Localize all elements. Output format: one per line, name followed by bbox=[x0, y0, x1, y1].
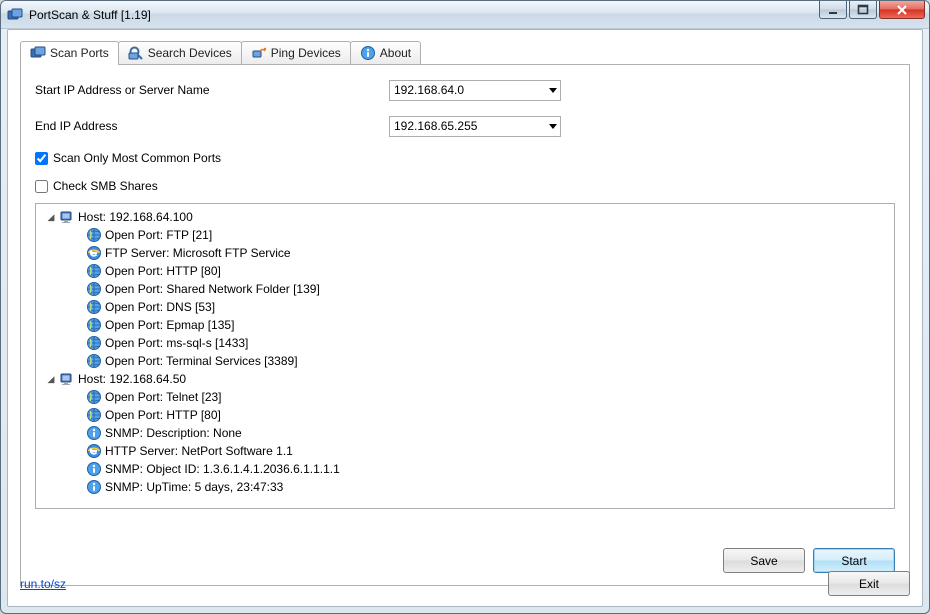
ie-icon bbox=[86, 443, 102, 459]
tab-ping-devices[interactable]: Ping Devices bbox=[241, 41, 351, 64]
tree-expander-icon[interactable]: ◢ bbox=[46, 370, 56, 388]
globe-icon bbox=[86, 353, 102, 369]
app-icon bbox=[7, 7, 23, 23]
tab-about[interactable]: About bbox=[350, 41, 421, 64]
tree-item-row[interactable]: Open Port: Shared Network Folder [139] bbox=[42, 280, 888, 298]
tree-item-label: Open Port: Terminal Services [3389] bbox=[105, 352, 298, 370]
client-area: Scan Ports Search Devices Ping Devices A… bbox=[7, 29, 923, 607]
tree-item-row[interactable]: SNMP: UpTime: 5 days, 23:47:33 bbox=[42, 478, 888, 496]
globe-icon bbox=[86, 299, 102, 315]
tree-item-row[interactable]: HTTP Server: NetPort Software 1.1 bbox=[42, 442, 888, 460]
tree-item-row[interactable]: Open Port: Telnet [23] bbox=[42, 388, 888, 406]
tree-item-label: SNMP: Description: None bbox=[105, 424, 242, 442]
info-icon bbox=[86, 479, 102, 495]
start-button[interactable]: Start bbox=[813, 548, 895, 573]
tabs-bar: Scan Ports Search Devices Ping Devices A… bbox=[20, 40, 910, 64]
tree-item-label: Open Port: HTTP [80] bbox=[105, 406, 221, 424]
globe-icon bbox=[86, 335, 102, 351]
globe-icon bbox=[86, 389, 102, 405]
tree-item-row[interactable]: Open Port: ms-sql-s [1433] bbox=[42, 334, 888, 352]
tree-item-row[interactable]: Open Port: Terminal Services [3389] bbox=[42, 352, 888, 370]
check-smb-shares-label: Check SMB Shares bbox=[53, 179, 158, 193]
tree-item-row[interactable]: Open Port: HTTP [80] bbox=[42, 406, 888, 424]
tab-label: Ping Devices bbox=[271, 46, 341, 60]
tree-item-row[interactable]: Open Port: Epmap [135] bbox=[42, 316, 888, 334]
tree-item-row[interactable]: Open Port: DNS [53] bbox=[42, 298, 888, 316]
results-tree[interactable]: ◢ Host: 192.168.64.100Open Port: FTP [21]… bbox=[35, 203, 895, 509]
ping-devices-icon bbox=[251, 45, 267, 61]
scan-ports-icon bbox=[30, 45, 46, 61]
globe-icon bbox=[86, 407, 102, 423]
start-ip-label: Start IP Address or Server Name bbox=[35, 83, 389, 97]
minimize-button[interactable] bbox=[819, 1, 847, 19]
tree-item-label: Open Port: Telnet [23] bbox=[105, 388, 222, 406]
tab-search-devices[interactable]: Search Devices bbox=[118, 41, 242, 64]
tree-host-row[interactable]: ◢ Host: 192.168.64.50 bbox=[42, 370, 888, 388]
chevron-down-icon[interactable] bbox=[545, 120, 560, 132]
tree-item-row[interactable]: SNMP: Object ID: 1.3.6.1.4.1.2036.6.1.1.… bbox=[42, 460, 888, 478]
window-title: PortScan & Stuff [1.19] bbox=[29, 8, 819, 22]
tree-item-label: Open Port: DNS [53] bbox=[105, 298, 215, 316]
scan-common-ports-checkbox[interactable] bbox=[35, 152, 48, 165]
save-button[interactable]: Save bbox=[723, 548, 805, 573]
start-ip-value: 192.168.64.0 bbox=[390, 83, 545, 97]
scan-ports-panel: Start IP Address or Server Name 192.168.… bbox=[20, 64, 910, 586]
app-window: PortScan & Stuff [1.19] Scan Ports Searc… bbox=[0, 0, 930, 614]
tree-item-label: SNMP: Object ID: 1.3.6.1.4.1.2036.6.1.1.… bbox=[105, 460, 340, 478]
tree-item-row[interactable]: SNMP: Description: None bbox=[42, 424, 888, 442]
tab-label: Search Devices bbox=[148, 46, 232, 60]
search-devices-icon bbox=[128, 45, 144, 61]
globe-icon bbox=[86, 281, 102, 297]
close-button[interactable] bbox=[879, 1, 925, 19]
footer-link[interactable]: run.to/sz bbox=[20, 577, 66, 591]
tree-expander-icon[interactable]: ◢ bbox=[46, 208, 56, 226]
host-icon bbox=[59, 209, 75, 225]
tab-scan-ports[interactable]: Scan Ports bbox=[20, 41, 119, 65]
about-icon bbox=[360, 45, 376, 61]
titlebar[interactable]: PortScan & Stuff [1.19] bbox=[1, 1, 929, 29]
end-ip-value: 192.168.65.255 bbox=[390, 119, 545, 133]
start-ip-combobox[interactable]: 192.168.64.0 bbox=[389, 80, 561, 101]
tree-item-label: Open Port: ms-sql-s [1433] bbox=[105, 334, 248, 352]
footer: run.to/sz Exit bbox=[20, 571, 910, 596]
ie-icon bbox=[86, 245, 102, 261]
tree-item-label: Open Port: Shared Network Folder [139] bbox=[105, 280, 320, 298]
end-ip-combobox[interactable]: 192.168.65.255 bbox=[389, 116, 561, 137]
tab-label: About bbox=[380, 46, 411, 60]
maximize-button[interactable] bbox=[849, 1, 877, 19]
tree-item-row[interactable]: Open Port: HTTP [80] bbox=[42, 262, 888, 280]
tree-item-label: Open Port: Epmap [135] bbox=[105, 316, 234, 334]
end-ip-label: End IP Address bbox=[35, 119, 389, 133]
exit-button[interactable]: Exit bbox=[828, 571, 910, 596]
tree-item-label: HTTP Server: NetPort Software 1.1 bbox=[105, 442, 293, 460]
info-icon bbox=[86, 425, 102, 441]
tree-host-label: Host: 192.168.64.100 bbox=[78, 208, 193, 226]
globe-icon bbox=[86, 227, 102, 243]
tree-item-label: SNMP: UpTime: 5 days, 23:47:33 bbox=[105, 478, 283, 496]
tree-host-label: Host: 192.168.64.50 bbox=[78, 370, 186, 388]
tree-host-row[interactable]: ◢ Host: 192.168.64.100 bbox=[42, 208, 888, 226]
chevron-down-icon[interactable] bbox=[545, 84, 560, 96]
tree-item-row[interactable]: FTP Server: Microsoft FTP Service bbox=[42, 244, 888, 262]
globe-icon bbox=[86, 317, 102, 333]
tree-item-label: Open Port: FTP [21] bbox=[105, 226, 212, 244]
tree-item-row[interactable]: Open Port: FTP [21] bbox=[42, 226, 888, 244]
window-controls bbox=[819, 1, 929, 28]
tree-item-label: Open Port: HTTP [80] bbox=[105, 262, 221, 280]
check-smb-shares-checkbox[interactable] bbox=[35, 180, 48, 193]
info-icon bbox=[86, 461, 102, 477]
tab-label: Scan Ports bbox=[50, 46, 109, 60]
globe-icon bbox=[86, 263, 102, 279]
tree-item-label: FTP Server: Microsoft FTP Service bbox=[105, 244, 291, 262]
host-icon bbox=[59, 371, 75, 387]
scan-common-ports-label: Scan Only Most Common Ports bbox=[53, 151, 221, 165]
